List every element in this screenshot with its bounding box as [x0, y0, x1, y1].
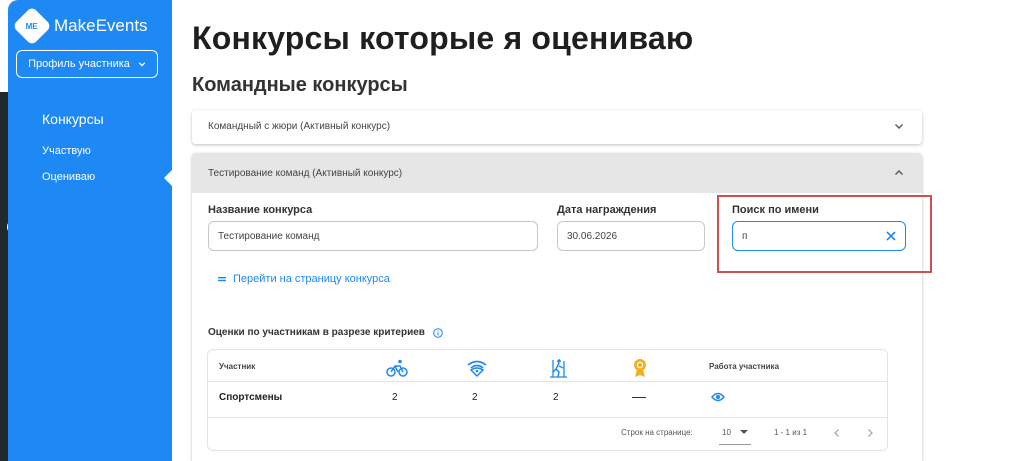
pagination-range: 1 - 1 из 1 — [774, 428, 808, 437]
link-icon — [218, 277, 226, 282]
active-item-indicator — [164, 170, 172, 186]
participant-name: Спортсмены — [219, 392, 283, 403]
chevron-down-icon[interactable] — [894, 121, 904, 131]
info-icon[interactable] — [433, 327, 443, 338]
award-date-value: 30.06.2026 — [567, 230, 618, 242]
score-cell: 2 — [553, 392, 559, 403]
col-work-header: Работа участника — [709, 362, 780, 371]
brand-name: MakeEvents — [54, 16, 148, 35]
header-divider — [208, 381, 887, 382]
section-title: Командные конкурсы — [192, 74, 408, 96]
score-cell: 2 — [392, 392, 398, 403]
brand-logo: ME — [12, 6, 52, 46]
page-title: Конкурсы которые я оцениваю — [192, 20, 694, 56]
search-highlight-frame — [717, 195, 932, 273]
chevron-right-icon[interactable] — [865, 428, 875, 438]
rows-per-page-select[interactable]: 10 — [722, 428, 731, 437]
award-icon — [629, 358, 651, 378]
col-participant-header: Участник — [219, 362, 256, 371]
bicycle-icon — [386, 358, 408, 378]
scores-title: Оценки по участникам в разрезе критериев — [208, 327, 443, 338]
contest-name-label: Название конкурса — [208, 204, 313, 216]
profile-dropdown-button[interactable]: Профиль участника — [16, 50, 158, 78]
accordion-header[interactable]: Тестирование команд (Активный конкурс) — [192, 153, 922, 193]
contest-page-link[interactable]: Перейти на страницу конкурса — [218, 273, 390, 285]
rows-per-page-label: Строк на странице: — [621, 428, 693, 437]
sidebar-section-title[interactable]: Конкурсы — [42, 111, 104, 127]
accordion-team-jury[interactable]: Командный с жюри (Активный конкурс) — [192, 110, 922, 144]
contest-page-link-label: Перейти на страницу конкурса — [233, 273, 390, 285]
chevron-left-icon[interactable] — [832, 428, 842, 438]
sidebar-item-evaluating[interactable]: Оцениваю — [42, 171, 95, 183]
score-cell: 2 — [472, 392, 478, 403]
contest-name-value: Тестирование команд — [218, 230, 320, 242]
brand[interactable]: ME MakeEvents — [12, 6, 148, 46]
sidebar: ME MakeEvents Профиль участника Конкурсы… — [8, 0, 172, 461]
row-divider — [208, 417, 887, 418]
wifi-icon — [466, 358, 488, 378]
rows-per-page-underline — [719, 444, 751, 445]
chevron-up-icon[interactable] — [894, 168, 904, 178]
scores-table: Участник Работа участника Спортсмены 2 2… — [207, 349, 888, 451]
award-date-field[interactable]: 30.06.2026 — [557, 221, 705, 251]
chevron-down-icon — [138, 62, 146, 67]
eye-icon[interactable] — [711, 391, 725, 403]
contest-name-field[interactable]: Тестирование команд — [208, 221, 538, 251]
sidebar-item-participating[interactable]: Участвую — [42, 145, 91, 157]
accordion-title: Тестирование команд (Активный конкурс) — [208, 168, 403, 179]
profile-dropdown-label: Профиль участника — [28, 58, 130, 70]
accordion-title: Командный с жюри (Активный конкурс) — [208, 121, 391, 132]
score-cell-empty: — — [632, 388, 646, 404]
scores-title-text: Оценки по участникам в разрезе критериев — [208, 327, 425, 338]
award-date-label: Дата награждения — [557, 204, 657, 216]
ski-icon — [547, 358, 569, 378]
chevron-down-icon[interactable] — [740, 430, 748, 434]
